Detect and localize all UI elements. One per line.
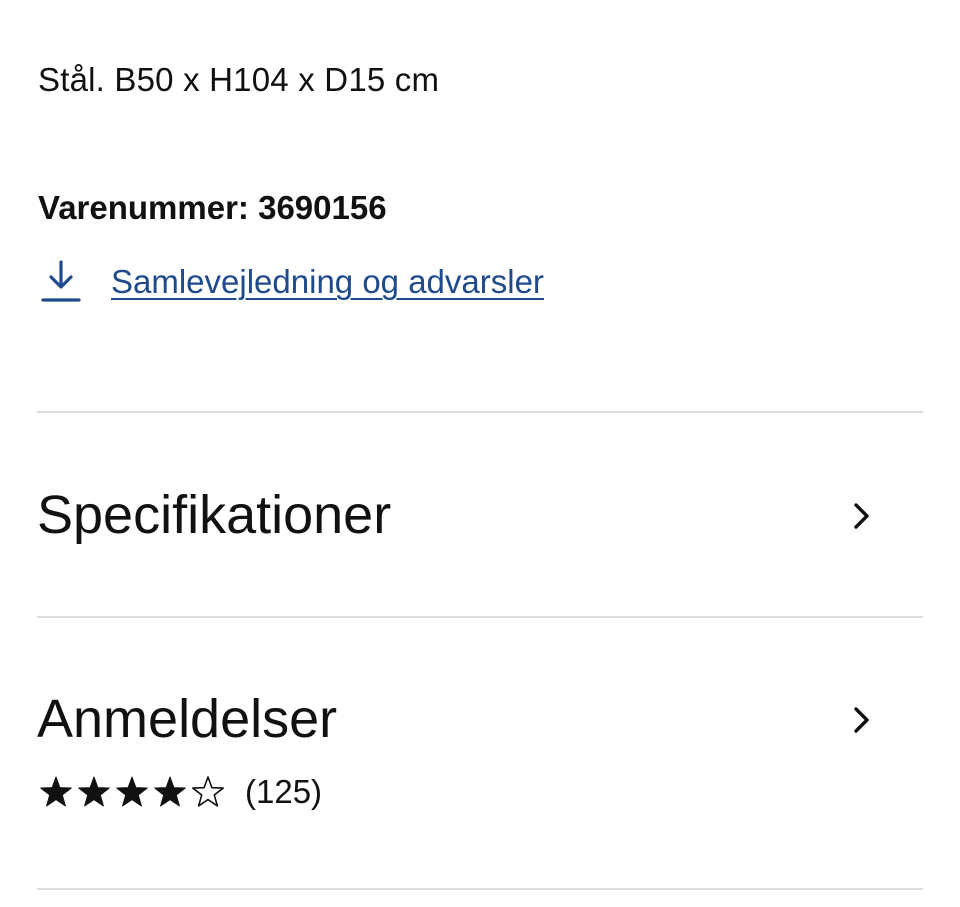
- chevron-right-icon: [854, 503, 869, 529]
- download-icon: [41, 260, 81, 302]
- reviews-accordion[interactable]: Anmeldelser (125): [37, 618, 923, 888]
- specifications-accordion[interactable]: Specifikationer: [37, 413, 923, 616]
- assembly-instructions-label: Samlevejledning og advarsler: [111, 263, 544, 300]
- star-empty-icon: [191, 776, 225, 807]
- star-filled-icon: [116, 776, 148, 807]
- assembly-instructions-link[interactable]: Samlevejledning og advarsler: [40, 258, 544, 306]
- divider: [37, 888, 923, 890]
- star-filled-icon: [40, 776, 72, 807]
- specifications-title: Specifikationer: [37, 485, 392, 545]
- chevron-right-icon: [854, 707, 869, 733]
- article-number: Varenummer: 3690156: [38, 189, 387, 226]
- reviews-title: Anmeldelser: [37, 689, 338, 749]
- star-filled-icon: [78, 776, 110, 807]
- star-filled-icon: [154, 776, 186, 807]
- review-count: (125): [245, 773, 323, 810]
- rating-summary: (125): [39, 768, 322, 816]
- star-rating: [39, 775, 229, 809]
- product-dimensions: Stål. B50 x H104 x D15 cm: [38, 61, 440, 98]
